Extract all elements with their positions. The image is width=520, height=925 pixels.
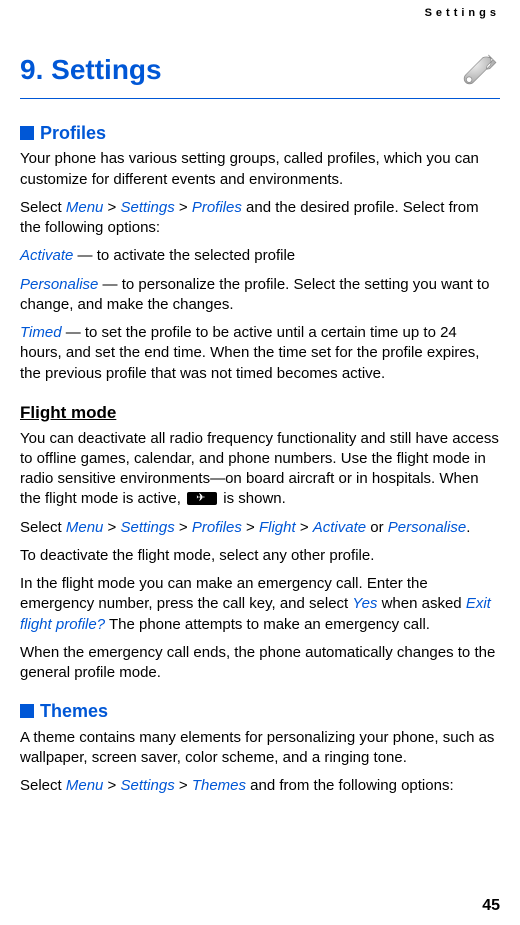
flight-emergency: In the flight mode you can make an emerg… bbox=[20, 574, 500, 635]
gt: > bbox=[103, 777, 120, 794]
plane-icon bbox=[187, 492, 217, 505]
flight-nav: Select Menu > Settings > Profiles > Flig… bbox=[20, 518, 500, 538]
personalise-label: Personalise bbox=[20, 276, 98, 293]
chapter-name: Settings bbox=[51, 54, 161, 85]
activate-link: Activate bbox=[313, 519, 366, 536]
square-bullet-icon bbox=[20, 704, 34, 718]
gt: > bbox=[103, 519, 120, 536]
flight-deactivate: To deactivate the flight mode, select an… bbox=[20, 546, 500, 566]
chapter-underline bbox=[20, 98, 500, 99]
section-heading-profiles: Profiles bbox=[20, 121, 500, 145]
chapter-title: 9. Settings bbox=[20, 51, 162, 89]
timed-text: — to set the profile to be active until … bbox=[20, 324, 479, 382]
profiles-intro: Your phone has various setting groups, c… bbox=[20, 149, 500, 190]
themes-heading-text: Themes bbox=[40, 701, 108, 721]
profiles-heading-text: Profiles bbox=[40, 123, 106, 143]
period: . bbox=[466, 519, 470, 536]
gt: > bbox=[300, 519, 313, 536]
flight-intro-2: is shown. bbox=[219, 490, 286, 507]
settings-link: Settings bbox=[121, 777, 175, 794]
gt: > bbox=[175, 777, 192, 794]
page-number: 45 bbox=[482, 895, 500, 917]
text: Select bbox=[20, 199, 66, 216]
themes-link: Themes bbox=[192, 777, 246, 794]
flight-link: Flight bbox=[259, 519, 300, 536]
flight-intro: You can deactivate all radio frequency f… bbox=[20, 429, 500, 510]
personalise-link: Personalise bbox=[388, 519, 466, 536]
gt: > bbox=[175, 519, 192, 536]
activate-text: — to activate the selected profile bbox=[73, 247, 295, 264]
running-header: Settings bbox=[425, 6, 500, 21]
gt: > bbox=[242, 519, 259, 536]
menu-link: Menu bbox=[66, 199, 104, 216]
emergency-3: The phone attempts to make an emergency … bbox=[105, 616, 430, 633]
option-timed: Timed — to set the profile to be active … bbox=[20, 323, 500, 384]
wrench-icon bbox=[454, 48, 498, 92]
profiles-link: Profiles bbox=[192, 199, 242, 216]
settings-link: Settings bbox=[121, 519, 175, 536]
option-personalise: Personalise — to personalize the profile… bbox=[20, 275, 500, 316]
text: Select bbox=[20, 519, 66, 536]
flight-after-call: When the emergency call ends, the phone … bbox=[20, 643, 500, 684]
yes-label: Yes bbox=[352, 595, 377, 612]
themes-intro: A theme contains many elements for perso… bbox=[20, 728, 500, 769]
chapter-row: 9. Settings bbox=[20, 48, 500, 92]
menu-link: Menu bbox=[66, 777, 104, 794]
menu-link: Menu bbox=[66, 519, 104, 536]
text: Select bbox=[20, 777, 66, 794]
profiles-nav: Select Menu > Settings > Profiles and th… bbox=[20, 198, 500, 239]
timed-label: Timed bbox=[20, 324, 62, 341]
activate-label: Activate bbox=[20, 247, 73, 264]
themes-nav: Select Menu > Settings > Themes and from… bbox=[20, 776, 500, 796]
square-bullet-icon bbox=[20, 126, 34, 140]
gt: > bbox=[103, 199, 120, 216]
sub-heading-flight: Flight mode bbox=[20, 402, 500, 425]
section-heading-themes: Themes bbox=[20, 699, 500, 723]
profiles-link: Profiles bbox=[192, 519, 242, 536]
text: and from the following options: bbox=[246, 777, 454, 794]
option-activate: Activate — to activate the selected prof… bbox=[20, 246, 500, 266]
emergency-2: when asked bbox=[377, 595, 465, 612]
chapter-number: 9. bbox=[20, 54, 43, 85]
or-text: or bbox=[366, 519, 388, 536]
settings-link: Settings bbox=[121, 199, 175, 216]
gt: > bbox=[175, 199, 192, 216]
